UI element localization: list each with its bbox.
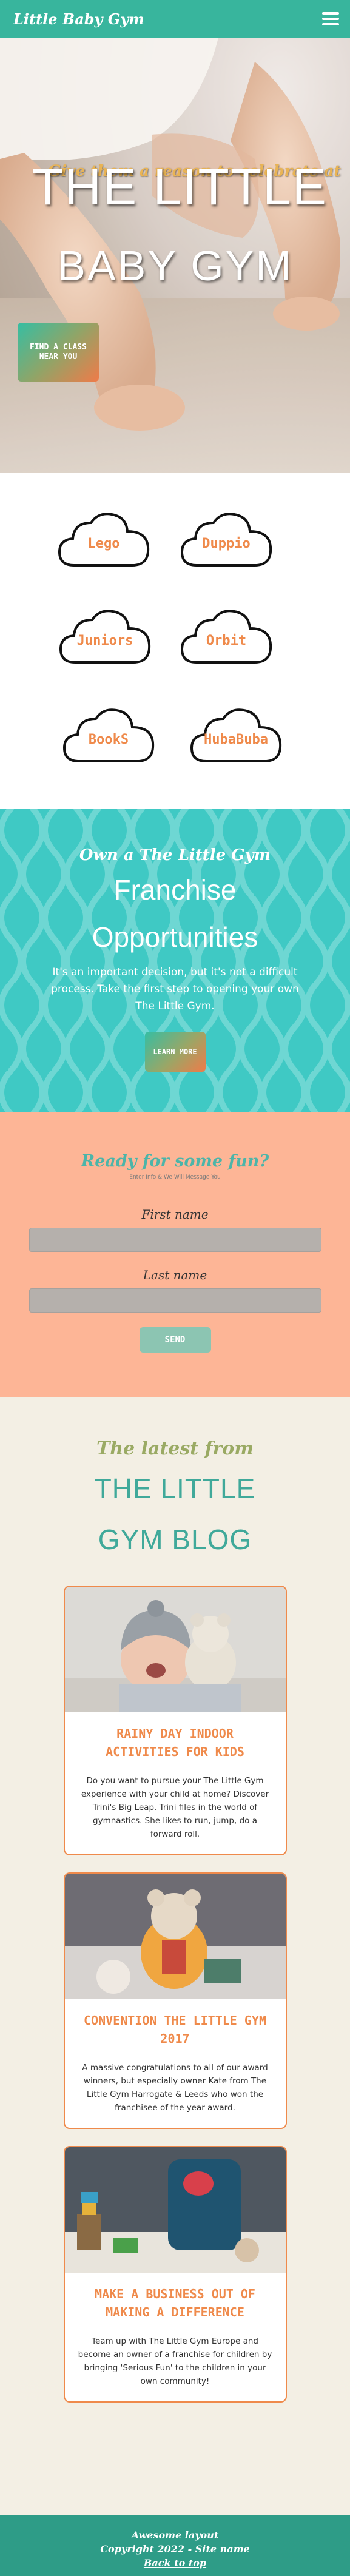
program-label: Orbit [206, 633, 247, 648]
learn-more-button[interactable]: LEARN MORE [144, 1032, 206, 1072]
hero-title-line-1: THE LITTLE [32, 158, 328, 215]
program-cloud-juniors[interactable]: Juniors [57, 607, 153, 667]
footer-layout-credit: Awesome layout [131, 2529, 219, 2541]
program-label: Duppio [202, 536, 251, 551]
program-label: BookS [88, 732, 129, 747]
franchise-title-line-1: Franchise [113, 874, 237, 906]
blog-post-card[interactable]: MAKE A BUSINESS OUT OF MAKING A DIFFEREN… [63, 2146, 287, 2403]
last-name-label: Last name [143, 1268, 207, 1282]
last-name-field[interactable] [29, 1288, 321, 1313]
top-navbar: Little Baby Gym [0, 0, 350, 38]
teddy-bear-toys-image [64, 1874, 286, 1999]
post-excerpt: Do you want to pursue your The Little Gy… [81, 1776, 269, 1839]
programs-section: Lego Duppio Juniors Orbit BookS HubaBuba [0, 473, 350, 809]
baby-with-teddy-image [64, 1587, 286, 1712]
program-cloud-hubabuba[interactable]: HubaBuba [188, 705, 284, 766]
program-cloud-books[interactable]: BookS [61, 705, 156, 766]
hero-section: Give them a reason to celebrate at THE L… [0, 38, 350, 473]
program-label: Lego [87, 536, 120, 551]
form-title: Ready for some fun? [81, 1152, 269, 1171]
contact-form-section: Ready for some fun? Enter Info & We Will… [0, 1112, 350, 1397]
back-to-top-link[interactable]: Back to top [0, 2556, 350, 2570]
blog-post-card[interactable]: RAINY DAY INDOOR ACTIVITIES FOR KIDS Do … [63, 1586, 287, 1855]
toddler-playing-image [64, 2147, 286, 2273]
post-image-stacking-toys [64, 2147, 286, 2273]
program-label: Juniors [76, 633, 133, 648]
blog-title-line-2: GYM BLOG [98, 1524, 252, 1555]
first-name-field[interactable] [29, 1228, 321, 1252]
post-title[interactable]: MAKE A BUSINESS OUT OF MAKING A DIFFEREN… [78, 2285, 272, 2321]
program-label: HubaBuba [204, 732, 268, 747]
form-subtitle: Enter Info & We Will Message You [129, 1174, 221, 1180]
franchise-title-line-2: Opportunities [92, 921, 258, 953]
program-cloud-orbit[interactable]: Orbit [178, 607, 274, 667]
post-image-toys [64, 1874, 286, 1999]
hero-heading: Give them a reason to celebrate at THE L… [0, 158, 350, 290]
send-button[interactable]: SEND [139, 1327, 211, 1353]
franchise-section: Own a The Little Gym Franchise Opportuni… [0, 809, 350, 1112]
program-cloud-duppio[interactable]: Duppio [178, 509, 274, 570]
post-title[interactable]: CONVENTION THE LITTLE GYM 2017 [78, 2011, 272, 2048]
blog-post-card[interactable]: CONVENTION THE LITTLE GYM 2017 A massive… [63, 1872, 287, 2129]
hero-title-line-2: BABY GYM [57, 242, 293, 289]
program-cloud-lego[interactable]: Lego [56, 509, 152, 570]
footer-copyright: Copyright 2022 - Site name [100, 2543, 250, 2555]
first-name-label: First name [141, 1207, 209, 1222]
blog-kicker: The latest from [96, 1438, 254, 1459]
post-excerpt: Team up with The Little Gym Europe and b… [78, 2336, 272, 2386]
post-title[interactable]: RAINY DAY INDOOR ACTIVITIES FOR KIDS [78, 1724, 272, 1761]
franchise-description: It's an important decision, but it's not… [51, 966, 299, 1012]
hamburger-menu-icon[interactable] [322, 12, 339, 25]
post-excerpt: A massive congratulations to all of our … [82, 2063, 268, 2113]
blog-section: The latest from THE LITTLE GYM BLOG RAIN… [0, 1397, 350, 2515]
post-image-yawning-baby [64, 1587, 286, 1712]
site-brand[interactable]: Little Baby Gym [13, 10, 144, 28]
blog-title-line-1: THE LITTLE [94, 1473, 256, 1504]
franchise-kicker: Own a The Little Gym [79, 846, 271, 864]
find-class-button[interactable]: FIND A CLASS NEAR YOU [18, 323, 99, 382]
